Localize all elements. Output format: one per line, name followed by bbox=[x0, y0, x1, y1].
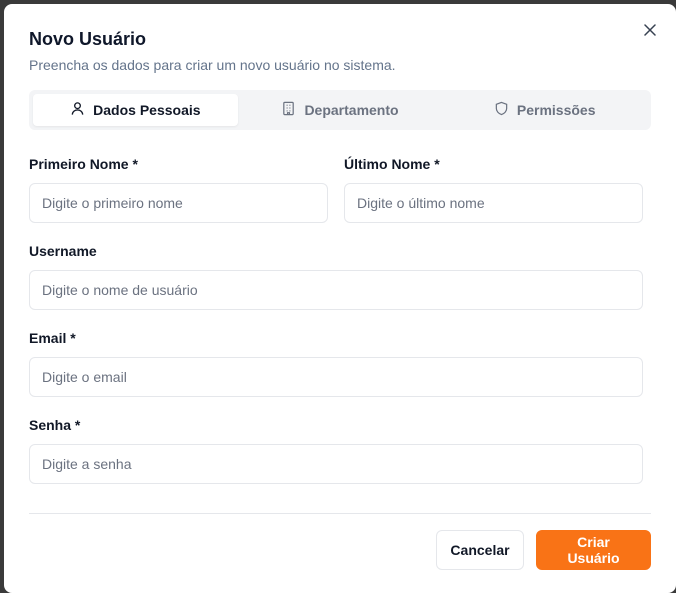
tab-list: Dados Pessoais Departamento Permissões bbox=[29, 90, 651, 130]
first-name-input[interactable] bbox=[29, 183, 328, 223]
email-group: Email * bbox=[29, 330, 651, 397]
first-name-label: Primeiro Nome * bbox=[29, 156, 138, 172]
username-input[interactable] bbox=[29, 270, 643, 310]
username-label: Username bbox=[29, 243, 97, 259]
user-form: Primeiro Nome * Último Nome * Username E… bbox=[29, 156, 651, 484]
last-name-group: Último Nome * bbox=[344, 156, 643, 223]
tab-permissoes[interactable]: Permissões bbox=[442, 94, 647, 126]
last-name-label: Último Nome * bbox=[344, 156, 440, 172]
tab-dados-pessoais[interactable]: Dados Pessoais bbox=[33, 94, 238, 126]
cancel-button[interactable]: Cancelar bbox=[436, 530, 524, 570]
dialog-footer: Cancelar Criar Usuário bbox=[436, 530, 651, 570]
new-user-dialog: Novo Usuário Preencha os dados para cria… bbox=[4, 4, 676, 593]
tab-label: Dados Pessoais bbox=[93, 102, 201, 118]
last-name-input[interactable] bbox=[344, 183, 643, 223]
building-icon bbox=[281, 101, 296, 119]
password-group: Senha * bbox=[29, 417, 651, 484]
tab-departamento[interactable]: Departamento bbox=[238, 94, 443, 126]
email-label: Email * bbox=[29, 330, 76, 346]
email-input[interactable] bbox=[29, 357, 643, 397]
tab-label: Departamento bbox=[304, 102, 399, 118]
create-user-button[interactable]: Criar Usuário bbox=[536, 530, 651, 570]
close-icon[interactable] bbox=[642, 22, 658, 38]
footer-divider bbox=[29, 513, 651, 514]
tab-label: Permissões bbox=[516, 102, 596, 118]
password-label: Senha * bbox=[29, 417, 81, 433]
shield-icon bbox=[494, 101, 509, 119]
first-name-group: Primeiro Nome * bbox=[29, 156, 328, 223]
username-group: Username bbox=[29, 243, 651, 310]
password-input[interactable] bbox=[29, 444, 643, 484]
dialog-title: Novo Usuário bbox=[29, 29, 147, 49]
dialog-subtitle: Preencha os dados para criar um novo usu… bbox=[29, 57, 396, 73]
user-icon bbox=[70, 101, 85, 119]
